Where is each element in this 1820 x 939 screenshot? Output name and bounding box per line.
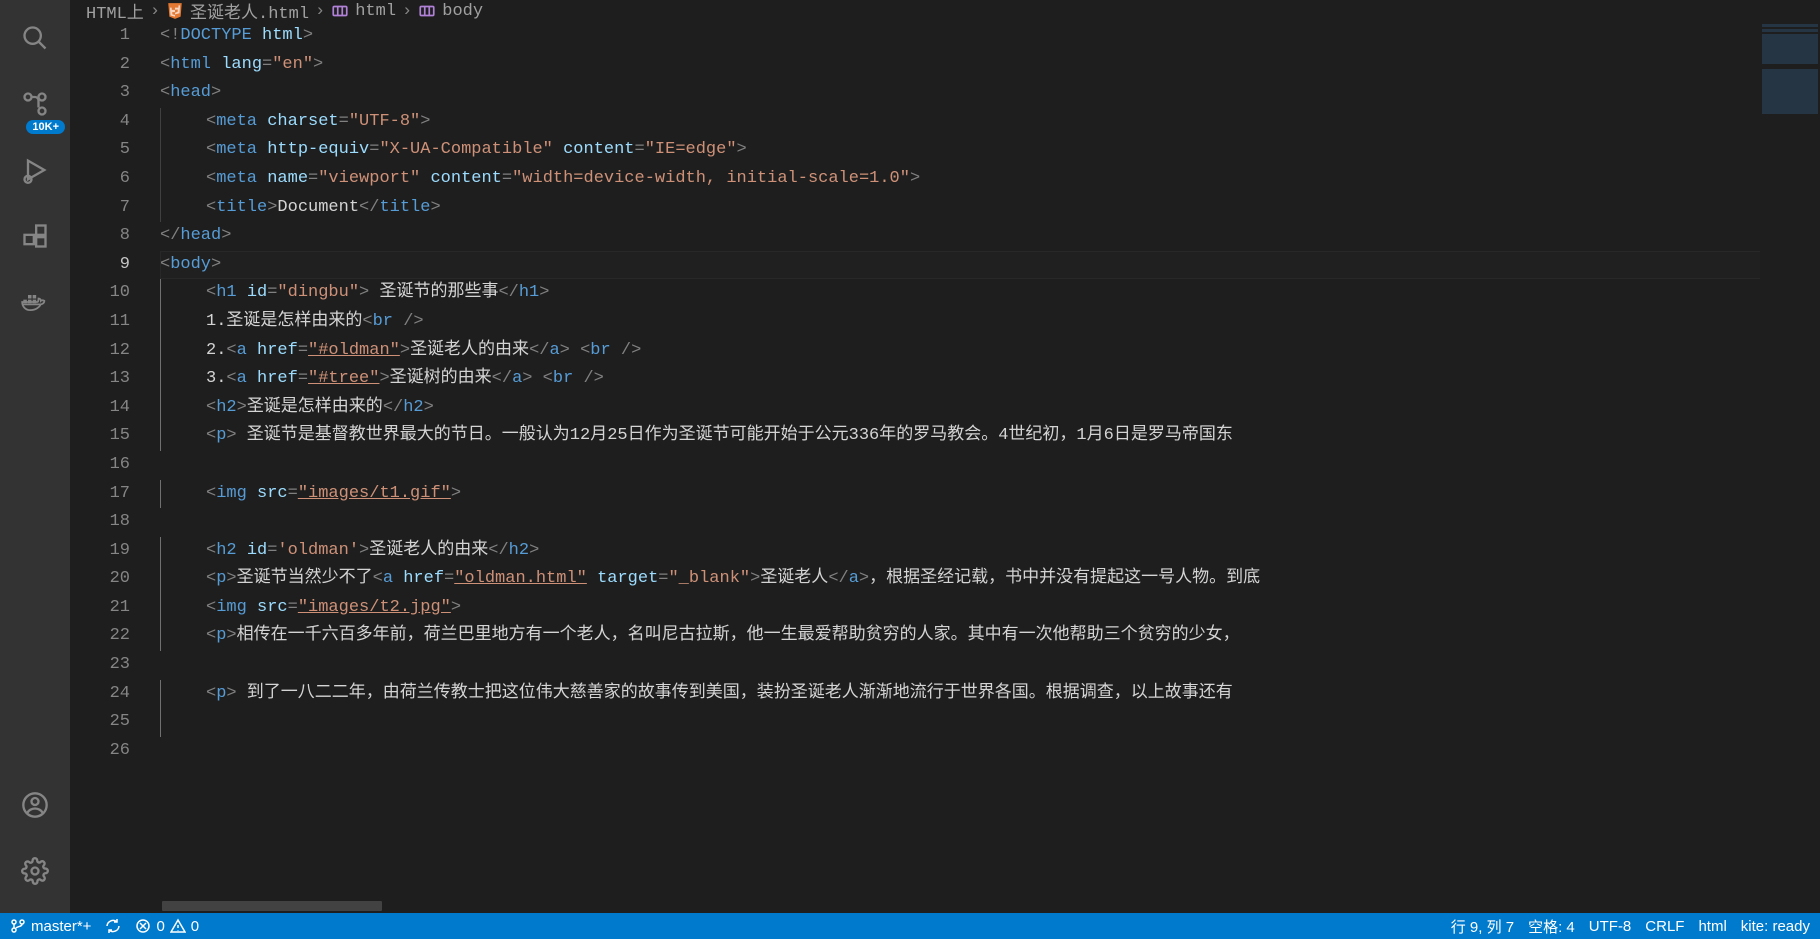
minimap[interactable] (1760, 22, 1820, 913)
source-control-icon[interactable]: 10K+ (11, 80, 59, 128)
docker-icon[interactable] (11, 278, 59, 326)
accounts-icon[interactable] (11, 781, 59, 829)
git-branch[interactable]: master*+ (10, 918, 91, 935)
language-mode[interactable]: html (1698, 918, 1726, 935)
breadcrumb-item[interactable]: body (442, 2, 483, 21)
chevron-right-icon: › (315, 2, 325, 21)
sync-icon[interactable] (105, 918, 121, 934)
encoding[interactable]: UTF-8 (1589, 918, 1632, 935)
kite-status[interactable]: kite: ready (1741, 918, 1810, 935)
activity-bar: 10K+ (0, 0, 70, 913)
problems[interactable]: 0 0 (135, 918, 199, 935)
chevron-right-icon: › (150, 2, 160, 21)
horizontal-scrollbar[interactable] (162, 901, 462, 911)
status-bar: master*+ 0 0 行 9, 列 7 空格: 4 UTF-8 CRLF h… (0, 913, 1820, 939)
breadcrumb-item[interactable]: 圣诞老人.html (190, 0, 309, 24)
cursor-position[interactable]: 行 9, 列 7 (1451, 916, 1514, 937)
eol[interactable]: CRLF (1645, 918, 1684, 935)
file-html-icon (166, 2, 184, 20)
breadcrumb-item[interactable]: HTML上 (86, 0, 144, 24)
settings-gear-icon[interactable] (11, 847, 59, 895)
code-content[interactable]: <!DOCTYPE html><html lang="en"><head><me… (160, 22, 1760, 913)
indentation[interactable]: 空格: 4 (1528, 916, 1575, 937)
scm-badge: 10K+ (26, 120, 65, 134)
symbol-icon (418, 2, 436, 20)
editor-area: HTML上 › 圣诞老人.html › html › body 12345678… (70, 0, 1820, 913)
extensions-icon[interactable] (11, 212, 59, 260)
code-editor[interactable]: 1234567891011121314151617181920212223242… (70, 22, 1820, 913)
breadcrumb[interactable]: HTML上 › 圣诞老人.html › html › body (70, 0, 1820, 22)
line-gutter: 1234567891011121314151617181920212223242… (70, 22, 160, 913)
search-icon[interactable] (11, 14, 59, 62)
symbol-icon (331, 2, 349, 20)
chevron-right-icon: › (402, 2, 412, 21)
run-debug-icon[interactable] (11, 146, 59, 194)
breadcrumb-item[interactable]: html (355, 2, 396, 21)
